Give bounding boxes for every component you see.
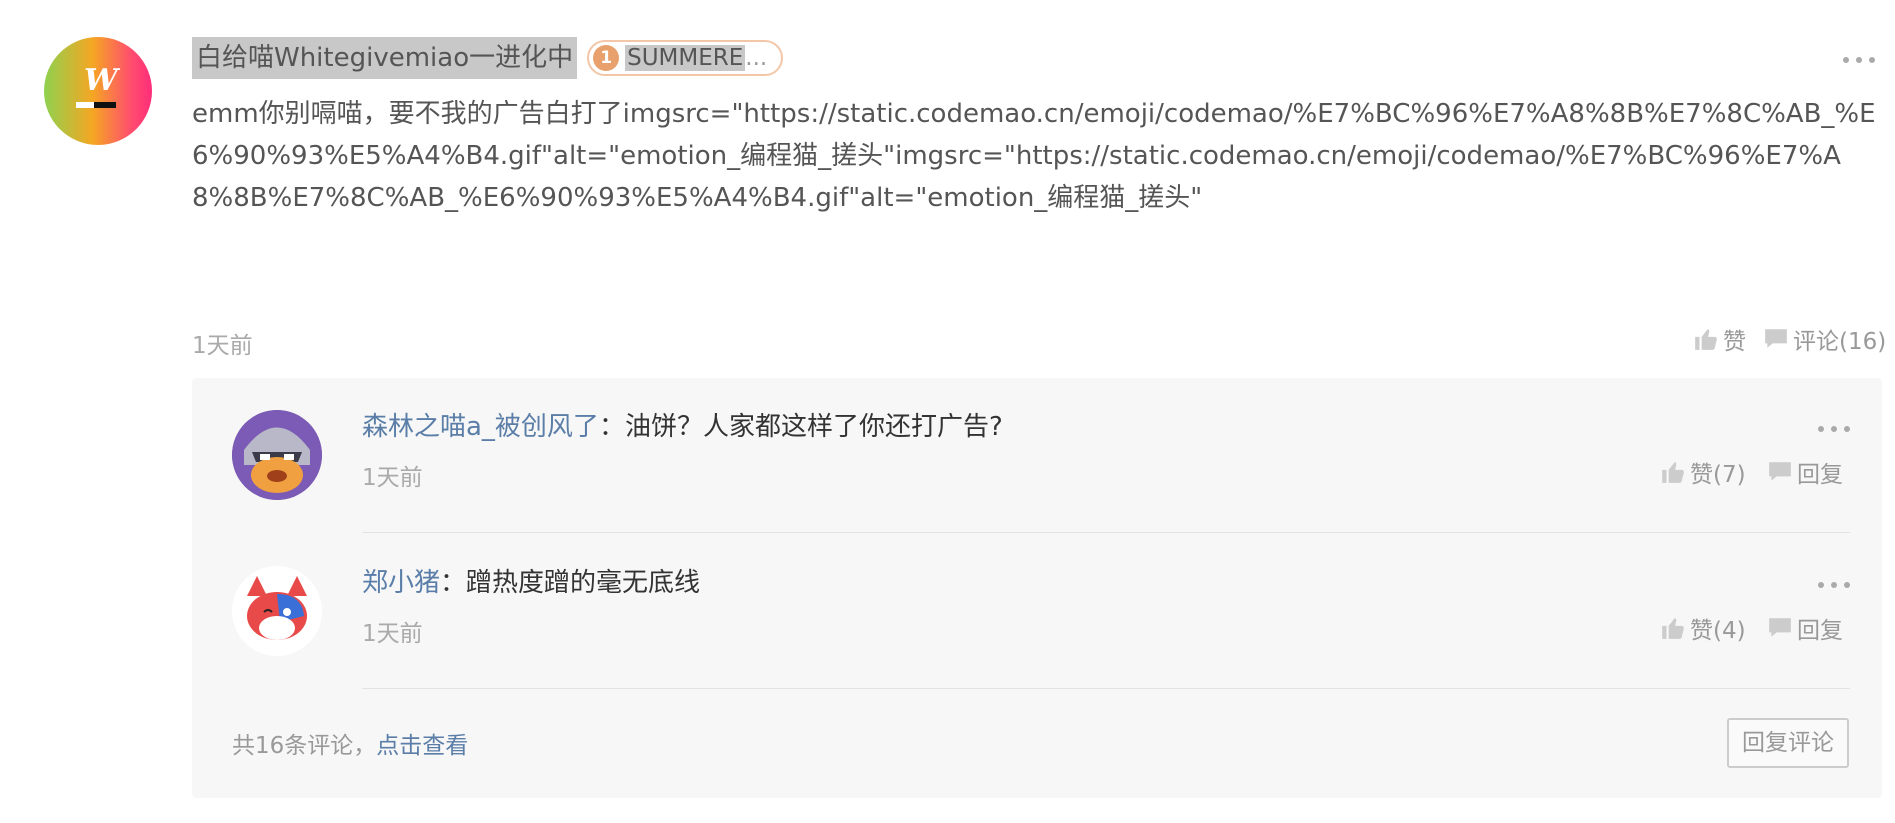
reply-separator: ： [598,412,625,442]
fox-cat-avatar-icon [232,566,322,656]
reply-like-button[interactable]: 赞(4) [1660,611,1746,645]
reply-more-icon[interactable] [1818,580,1850,590]
comment-count: 共16条评论， [232,733,377,759]
reply-reply-label: 回复 [1797,618,1843,644]
reply-divider [362,688,1850,689]
dot [1856,57,1862,63]
dot [1818,582,1824,588]
comment-bubble-icon [1769,618,1791,637]
avatar-logo-bar-dark [94,102,116,108]
reply-comment-button[interactable]: 回复评论 [1727,718,1849,768]
knight-cat-avatar-icon [232,410,322,500]
reply-reply-label: 回复 [1797,462,1843,488]
thumbs-up-icon [1662,618,1684,639]
author-name[interactable]: 白给喵Whitegivemiao一进化中 [192,37,578,79]
reply-content: 森林之喵a_被创风了：油饼？人家都这样了你还打广告? [362,406,1003,443]
post-content: emm你别嗝喵，要不我的广告白打了imgsrc="https://static.… [192,99,1876,213]
dot [1843,57,1849,63]
avatar-logo-letter: W [84,63,118,98]
reply-reply-button[interactable]: 回复 [1767,611,1843,645]
post-more-icon[interactable] [1843,55,1875,65]
reply-like-label: 赞(4) [1690,618,1746,644]
comment-bubble-icon [1765,329,1787,348]
reply-content: 郑小猪：蹭热度蹭的毫无底线 [362,562,700,599]
comment-bubble-icon [1769,462,1791,481]
post-time: 1天前 [192,333,253,359]
reply-like-button[interactable]: 赞(7) [1660,455,1746,489]
reply-user-link[interactable]: 森林之喵a_被创风了 [362,412,599,442]
reply-user-link[interactable]: 郑小猪 [362,568,440,598]
dot [1831,582,1837,588]
user-badge[interactable]: 1 SUMMERE ... [587,40,784,76]
badge-level: 1 [593,45,620,71]
reply-separator: ： [440,568,467,598]
post-comment-label: 评论(16) [1793,329,1887,355]
post-like-label: 赞 [1723,329,1746,355]
post-header: 白给喵Whitegivemiao一进化中 1 SUMMERE ... [192,37,784,79]
author-avatar[interactable]: W [44,37,152,145]
view-all-link[interactable]: 点击查看 [376,733,468,759]
post-comment-button[interactable]: 评论(16) [1763,322,1886,356]
post-like-button[interactable]: 赞 [1693,322,1746,356]
reply-time: 1天前 [362,621,423,647]
comment-count-text: 共16条评论，点击查看 [232,726,468,760]
reply-reply-button[interactable]: 回复 [1767,455,1843,489]
dot [1844,426,1850,432]
reply-time: 1天前 [362,465,423,491]
reply-text: 蹭热度蹭的毫无底线 [466,568,701,598]
reply-text: 油饼？人家都这样了你还打广告? [624,412,1003,442]
badge-ellipsis: ... [745,45,768,71]
dot [1844,582,1850,588]
reply-divider [362,532,1850,533]
badge-label: SUMMERE [625,45,746,71]
reply-like-label: 赞(7) [1690,462,1746,488]
dot [1869,57,1875,63]
reply-avatar[interactable] [232,410,322,500]
avatar-logo-bar [76,102,94,108]
reply-more-icon[interactable] [1818,424,1850,434]
reply-panel: 森林之喵a_被创风了：油饼？人家都这样了你还打广告? 1天前 赞(7) 回复 郑… [192,378,1882,798]
thumbs-up-icon [1662,462,1684,483]
thumbs-up-icon [1695,329,1717,350]
dot [1818,426,1824,432]
dot [1831,426,1837,432]
reply-avatar[interactable] [232,566,322,656]
